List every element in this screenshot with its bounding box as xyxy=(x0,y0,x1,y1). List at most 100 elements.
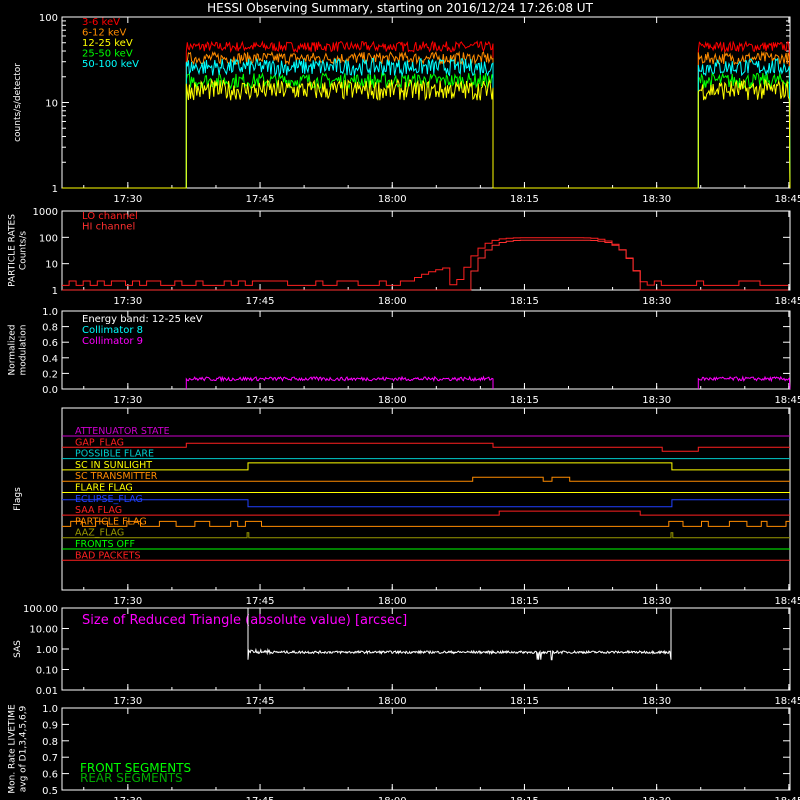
legend-entry: Collimator 8 xyxy=(82,325,143,336)
y-tick-label: 0.8 xyxy=(42,737,58,748)
x-tick-label: 18:15 xyxy=(510,796,539,800)
legend-entry: 6-12 keV xyxy=(82,28,126,39)
y-tick-label: 1000 xyxy=(33,207,58,218)
x-tick-label: 17:30 xyxy=(113,194,142,205)
series-line-hi xyxy=(62,239,789,291)
y-tick-label: 1.0 xyxy=(42,307,58,318)
y-axis-label: Flags xyxy=(13,487,23,511)
figure-canvas: 17:30 17:45 18:00 18:15 18:30 18:45 1 10 100 coun… xyxy=(8,13,800,800)
series-line-50-100keV xyxy=(62,57,791,189)
legend-entry: Energy band: 12-25 keV xyxy=(82,314,203,325)
x-tick-label: 18:00 xyxy=(378,696,407,707)
y-axis-label: modulation xyxy=(19,325,29,376)
x-tick-label: 17:45 xyxy=(246,194,275,205)
y-tick-label: 1.00 xyxy=(36,645,58,656)
flag-label: POSSIBLE FLARE xyxy=(75,449,154,460)
flag-label: AAZ_FLAG xyxy=(75,528,124,539)
modulation-line-1 xyxy=(697,375,791,390)
flag-label: SC IN SUNLIGHT xyxy=(75,460,152,471)
modulation-line-0 xyxy=(185,375,494,389)
flag-line-sc-in-sunlight xyxy=(62,462,790,471)
legend-entry: 3-6 keV xyxy=(82,17,120,28)
y-tick-label: 1.0 xyxy=(42,704,58,715)
y-tick-label: 1 xyxy=(52,286,58,297)
y-tick-label: 0.2 xyxy=(42,369,58,380)
x-tick-label: 18:45 xyxy=(774,296,800,307)
x-tick-label: 17:45 xyxy=(246,395,275,406)
y-tick-label: 0.8 xyxy=(42,323,58,334)
y-axis-label: Normalized xyxy=(8,324,18,375)
x-tick-label: 17:30 xyxy=(113,296,142,307)
legend-entry: Collimator 9 xyxy=(82,336,143,347)
series-line-6-12keV xyxy=(62,50,791,189)
x-tick-label: 18:00 xyxy=(378,596,407,607)
x-tick-label: 18:30 xyxy=(642,395,671,406)
series-line-25-50keV xyxy=(62,71,791,189)
flag-label: BAD PACKETS xyxy=(75,550,141,561)
x-tick-label: 18:30 xyxy=(642,796,671,800)
flag-label: GAP_FLAG xyxy=(75,437,124,448)
panel-frame-0 xyxy=(61,16,791,189)
x-tick-label: 18:30 xyxy=(642,296,671,307)
x-tick-label: 17:45 xyxy=(246,696,275,707)
y-tick-label: 0.5 xyxy=(42,786,58,797)
x-tick-label: 17:45 xyxy=(246,596,275,607)
x-tick-label: 18:00 xyxy=(378,796,407,800)
flag-line-aaz-flag xyxy=(62,532,790,539)
x-tick-label: 18:45 xyxy=(774,395,800,406)
series-line-12-25keV xyxy=(62,78,791,189)
flag-line-saa-flag xyxy=(62,510,790,516)
x-tick-label: 17:45 xyxy=(246,796,275,800)
legend-entry: LO channel xyxy=(82,211,138,222)
y-tick-label: 0.10 xyxy=(36,666,58,677)
y-axis-label: Mon. Rate LIVETIME xyxy=(8,704,18,794)
x-tick-label: 18:15 xyxy=(510,395,539,406)
y-tick-label: 0.6 xyxy=(42,770,58,781)
panel-frame-1 xyxy=(61,210,791,291)
flag-label: SC TRANSMITTER xyxy=(75,471,158,482)
flag-label: ATTENUATOR STATE xyxy=(75,426,170,437)
x-tick-label: 18:45 xyxy=(774,596,800,607)
y-tick-label: 100.00 xyxy=(23,604,58,615)
legend-entry: 25-50 keV xyxy=(82,49,133,60)
legend-entry: REAR SEGMENTS xyxy=(80,771,183,785)
x-tick-label: 17:30 xyxy=(113,696,142,707)
y-axis-label: avg of D1,3,4,5,6,9 xyxy=(19,705,29,792)
y-tick-label: 10 xyxy=(45,260,58,271)
y-tick-label: 10.00 xyxy=(29,625,58,636)
x-tick-label: 18:15 xyxy=(510,596,539,607)
y-axis-label: Counts/s xyxy=(19,231,29,270)
y-tick-label: 0.7 xyxy=(42,753,58,764)
x-tick-label: 18:15 xyxy=(510,194,539,205)
x-tick-label: 18:15 xyxy=(510,296,539,307)
x-tick-label: 18:30 xyxy=(642,696,671,707)
y-axis-label: SAS xyxy=(13,640,23,658)
x-tick-label: 17:45 xyxy=(246,296,275,307)
flag-label: SAA FLAG xyxy=(75,505,122,516)
y-axis-label: counts/s/detector xyxy=(13,63,23,142)
series-line-3-6keV xyxy=(62,40,791,189)
x-tick-label: 18:45 xyxy=(774,696,800,707)
y-tick-label: 0.01 xyxy=(36,686,58,697)
y-tick-label: 0.6 xyxy=(42,338,58,349)
series-line-lo xyxy=(62,237,789,286)
x-tick-label: 18:00 xyxy=(378,194,407,205)
x-tick-label: 17:30 xyxy=(113,796,142,800)
y-axis-label: PARTICLE RATES xyxy=(8,214,18,287)
x-tick-label: 18:45 xyxy=(774,796,800,800)
x-tick-label: 18:30 xyxy=(642,194,671,205)
x-tick-label: 17:30 xyxy=(113,596,142,607)
x-tick-label: 18:00 xyxy=(378,296,407,307)
legend-entry: HI channel xyxy=(82,222,135,233)
x-tick-label: 18:15 xyxy=(510,696,539,707)
y-tick-label: 0.0 xyxy=(42,385,58,396)
legend-entry: 50-100 keV xyxy=(82,59,139,70)
sas-annotation: Size of Reduced Triangle (absolute value… xyxy=(82,613,407,628)
flag-label: FRONTS OFF xyxy=(75,539,135,550)
y-tick-label: 10 xyxy=(45,99,58,110)
x-tick-label: 18:45 xyxy=(774,194,800,205)
flag-label: FLARE FLAG xyxy=(75,483,133,494)
x-tick-label: 17:30 xyxy=(113,395,142,406)
legend-entry: 12-25 keV xyxy=(82,38,133,49)
x-tick-label: 18:30 xyxy=(642,596,671,607)
